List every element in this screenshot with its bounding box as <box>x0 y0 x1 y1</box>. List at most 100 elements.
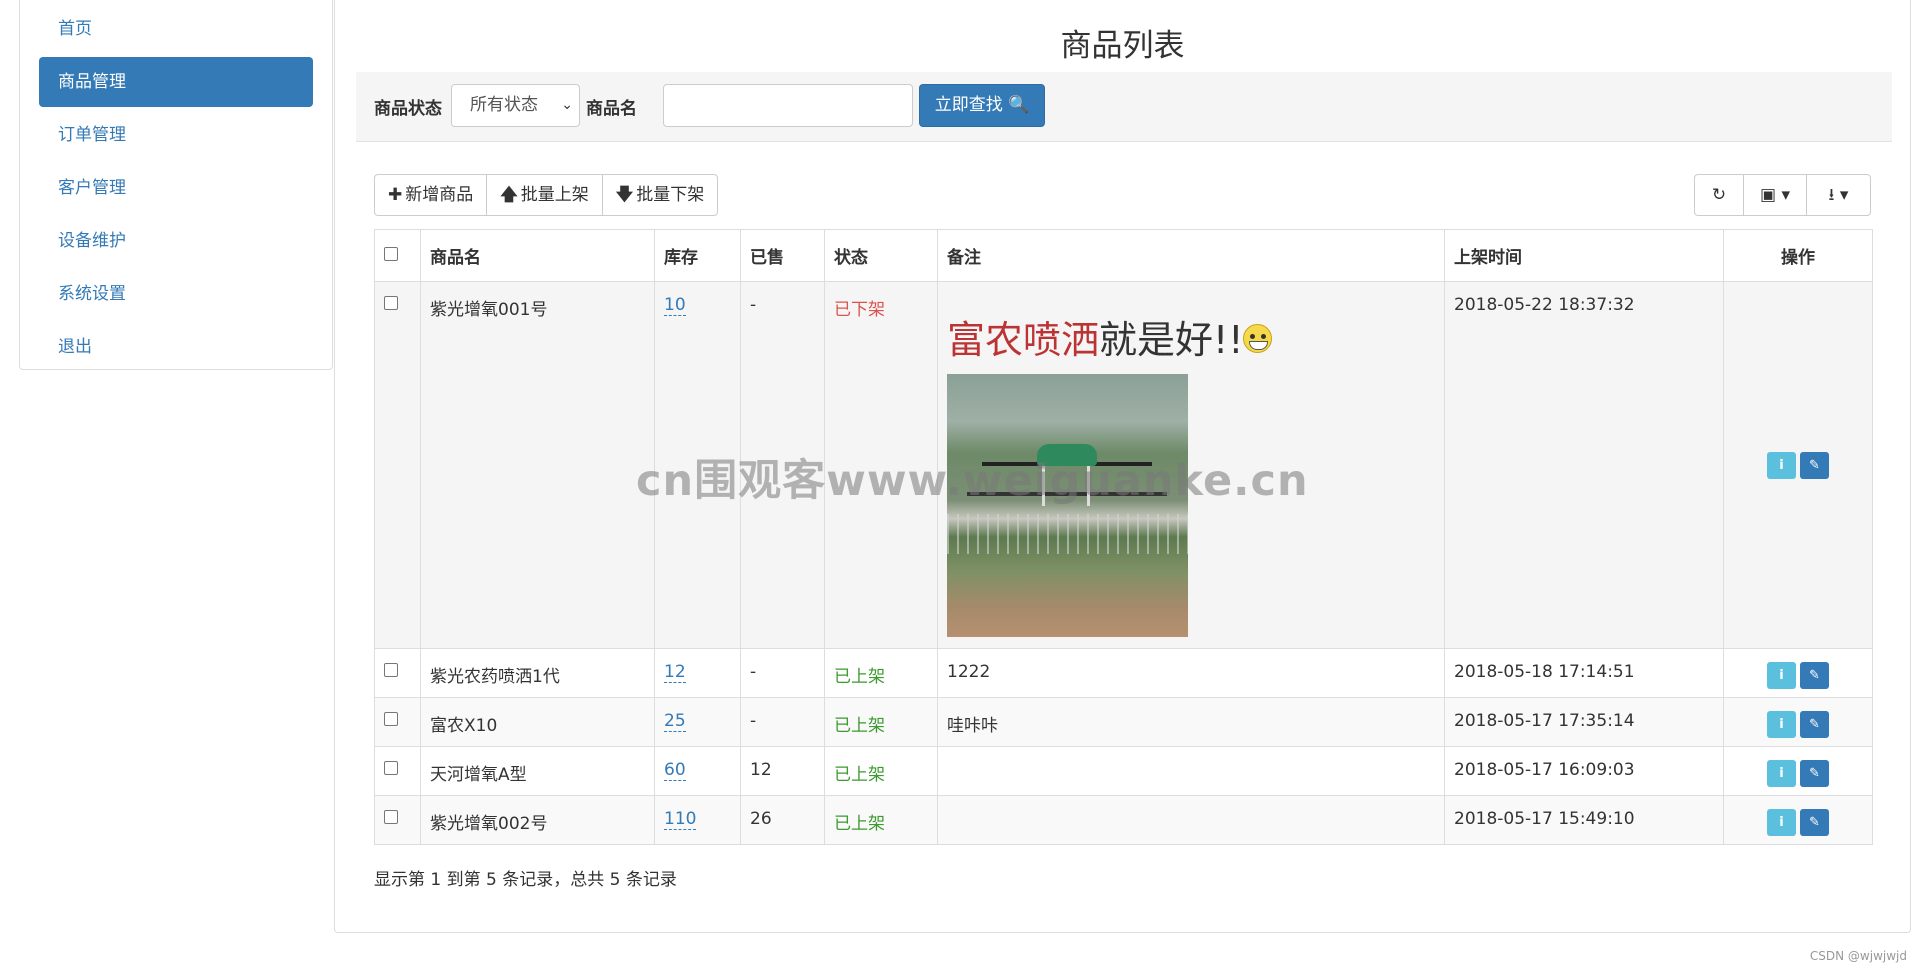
photo-drone-body <box>1037 444 1097 466</box>
select-all-checkbox[interactable] <box>384 246 398 261</box>
row-select-cell <box>374 795 421 845</box>
sidebar-item-settings[interactable]: 系统设置 <box>39 269 313 319</box>
export-button[interactable]: ⭳ ▾ <box>1807 175 1870 215</box>
info-button[interactable]: i <box>1767 662 1796 689</box>
row-checkbox[interactable] <box>384 712 398 726</box>
batch-on-label: 批量上架 <box>520 185 589 205</box>
sidebar-item-home[interactable]: 首页 <box>39 4 313 54</box>
stock-editable[interactable]: 12 <box>664 662 686 683</box>
sidebar: 首页 商品管理 订单管理 客户管理 设备维护 系统设置 退出 <box>19 0 333 370</box>
info-button[interactable]: i <box>1767 760 1796 787</box>
cell-ops: i ✎ <box>1723 281 1873 649</box>
cell-name: 紫光增氧002号 <box>420 795 655 845</box>
edit-button[interactable]: ✎ <box>1800 662 1829 689</box>
header-status[interactable]: 状态 <box>824 229 938 282</box>
batch-off-button[interactable]: 🡇 批量下架 <box>603 175 717 215</box>
cell-status: 已上架 <box>824 697 938 747</box>
header-stock[interactable]: 库存 <box>654 229 741 282</box>
photo-fence <box>947 514 1188 554</box>
sidebar-item-orders[interactable]: 订单管理 <box>39 110 313 160</box>
cell-time: 2018-05-17 15:49:10 <box>1444 795 1724 845</box>
table-row: 紫光增氧001号 10 - 已下架 富农喷洒就是好!! 2018-05-22 1… <box>374 281 1873 649</box>
refresh-button[interactable]: ↻ <box>1695 175 1744 215</box>
cell-name: 富农X10 <box>420 697 655 747</box>
arrow-down-icon: 🡇 <box>615 185 634 205</box>
table-row: 天河增氧A型 60 12 已上架 2018-05-17 16:09:03 i ✎ <box>374 746 1873 796</box>
note-dark-text: 就是好!! <box>1099 318 1244 362</box>
drone-photo <box>947 374 1188 637</box>
header-time[interactable]: 上架时间 <box>1444 229 1724 282</box>
status-label: 商品状态 <box>374 99 442 119</box>
table-row: 紫光增氧002号 110 26 已上架 2018-05-17 15:49:10 … <box>374 795 1873 845</box>
cell-note <box>937 746 1445 796</box>
cell-note: 富农喷洒就是好!! <box>937 281 1445 649</box>
info-button[interactable]: i <box>1767 809 1796 836</box>
toolbar-actions: ✚ 新增商品 🡅 批量上架 🡇 批量下架 <box>374 174 719 216</box>
header-ops: 操作 <box>1723 229 1873 282</box>
note-red-text: 富农喷洒 <box>947 318 1100 362</box>
export-icon: ⭳ ▾ <box>1828 185 1849 205</box>
header-note[interactable]: 备注 <box>937 229 1445 282</box>
sidebar-item-customers[interactable]: 客户管理 <box>39 163 313 213</box>
cell-time: 2018-05-22 18:37:32 <box>1444 281 1724 649</box>
sidebar-item-devices[interactable]: 设备维护 <box>39 216 313 266</box>
cell-ops: i ✎ <box>1723 795 1873 845</box>
cell-time: 2018-05-17 17:35:14 <box>1444 697 1724 747</box>
cell-sold: - <box>740 281 825 649</box>
info-button[interactable]: i <box>1767 451 1796 479</box>
row-checkbox[interactable] <box>384 296 398 310</box>
table-row: 富农X10 25 - 已上架 哇咔咔 2018-05-17 17:35:14 i… <box>374 697 1873 747</box>
credit-text: CSDN @wjwjwjd <box>1809 949 1907 963</box>
status-select[interactable]: 所有状态 ⌄ <box>451 84 580 127</box>
cell-ops: i ✎ <box>1723 648 1873 698</box>
arrow-up-icon: 🡅 <box>500 185 518 205</box>
page-title: 商品列表 <box>1060 28 1185 64</box>
note-rich-title: 富农喷洒就是好!! <box>947 309 1435 364</box>
row-checkbox[interactable] <box>384 761 398 775</box>
stock-editable[interactable]: 10 <box>664 295 686 316</box>
row-checkbox[interactable] <box>384 810 398 824</box>
chevron-down-icon: ⌄ <box>561 97 573 113</box>
toolbar-table-tools: ↻ ▣ ▾ ⭳ ▾ <box>1694 174 1871 216</box>
header-sold[interactable]: 已售 <box>740 229 825 282</box>
cell-sold: - <box>740 648 825 698</box>
edit-button[interactable]: ✎ <box>1800 711 1829 738</box>
search-button-label: 立即查找 <box>934 95 1003 115</box>
row-select-cell <box>374 281 421 649</box>
edit-button[interactable]: ✎ <box>1800 760 1829 787</box>
search-icon: 🔍 <box>1008 95 1030 115</box>
cell-stock: 110 <box>654 795 741 845</box>
plus-icon: ✚ <box>388 185 403 205</box>
cell-name: 天河增氧A型 <box>420 746 655 796</box>
row-select-cell <box>374 697 421 747</box>
cell-name: 紫光农药喷洒1代 <box>420 648 655 698</box>
cell-sold: - <box>740 697 825 747</box>
photo-drone-leg <box>1042 466 1045 506</box>
row-checkbox[interactable] <box>384 663 398 677</box>
stock-editable[interactable]: 110 <box>664 809 697 830</box>
header-name[interactable]: 商品名 <box>420 229 655 282</box>
photo-drone-arm-lower <box>967 492 1167 496</box>
columns-button[interactable]: ▣ ▾ <box>1744 175 1807 215</box>
sidebar-item-products[interactable]: 商品管理 <box>39 57 313 107</box>
sidebar-item-logout[interactable]: 退出 <box>39 322 313 372</box>
row-select-cell <box>374 746 421 796</box>
name-input[interactable] <box>663 84 913 127</box>
cell-ops: i ✎ <box>1723 746 1873 796</box>
refresh-icon: ↻ <box>1711 185 1727 205</box>
stock-editable[interactable]: 25 <box>664 711 686 732</box>
cell-stock: 60 <box>654 746 741 796</box>
add-product-button[interactable]: ✚ 新增商品 <box>375 175 488 215</box>
batch-on-button[interactable]: 🡅 批量上架 <box>487 175 603 215</box>
edit-button[interactable]: ✎ <box>1800 451 1829 479</box>
search-button[interactable]: 立即查找 🔍 <box>919 84 1045 127</box>
pagination-info: 显示第 1 到第 5 条记录，总共 5 条记录 <box>374 870 677 890</box>
info-button[interactable]: i <box>1767 711 1796 738</box>
cell-status: 已上架 <box>824 795 938 845</box>
cell-status: 已下架 <box>824 281 938 649</box>
edit-button[interactable]: ✎ <box>1800 809 1829 836</box>
select-all-cell <box>374 229 421 282</box>
stock-editable[interactable]: 60 <box>664 760 686 781</box>
cell-name: 紫光增氧001号 <box>420 281 655 649</box>
photo-drone-leg <box>1087 466 1090 506</box>
